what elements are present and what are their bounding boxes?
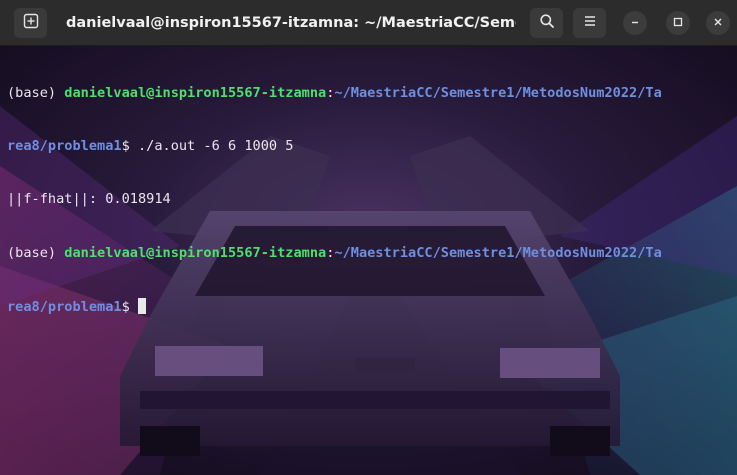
- terminal-line: (base) danielvaal@inspiron15567-itzamna:…: [7, 85, 731, 103]
- search-button[interactable]: [530, 8, 563, 38]
- terminal-line: rea8/problema1$: [7, 298, 731, 316]
- terminal-window: danielvaal@inspiron15567-itzamna: ~/Maes…: [0, 0, 737, 475]
- terminal-area[interactable]: (base) danielvaal@inspiron15567-itzamna:…: [0, 46, 737, 475]
- command-text: ./a.out -6 6 1000 5: [137, 137, 294, 154]
- new-tab-icon: [23, 13, 39, 34]
- maximize-button[interactable]: [666, 11, 690, 35]
- prompt-symbol: $: [121, 299, 138, 316]
- prompt-symbol: $: [121, 137, 138, 154]
- window-title: danielvaal@inspiron15567-itzamna: ~/Maes…: [66, 15, 516, 31]
- conda-env: (base): [7, 84, 65, 101]
- maximize-icon: [673, 14, 683, 32]
- text-cursor: [137, 298, 146, 315]
- title-bar[interactable]: danielvaal@inspiron15567-itzamna: ~/Maes…: [0, 0, 737, 46]
- current-path: ~/MaestriaCC/Semestre1/MetodosNum2022/Ta: [334, 244, 662, 261]
- close-icon: [713, 14, 723, 32]
- terminal-line: rea8/problema1$ ./a.out -6 6 1000 5: [7, 138, 731, 156]
- minimize-button[interactable]: [623, 11, 647, 35]
- user-host: danielvaal@inspiron15567-itzamna: [64, 84, 327, 101]
- close-button[interactable]: [706, 11, 730, 35]
- command-output: ||f-fhat||: 0.018914: [7, 191, 171, 208]
- current-path: ~/MaestriaCC/Semestre1/MetodosNum2022/Ta: [334, 84, 662, 101]
- current-path-wrap: rea8/problema1: [7, 137, 122, 154]
- current-path-wrap: rea8/problema1: [7, 299, 122, 316]
- menu-button[interactable]: [573, 8, 606, 38]
- user-host: danielvaal@inspiron15567-itzamna: [64, 244, 327, 261]
- conda-env: (base): [7, 244, 65, 261]
- new-tab-button[interactable]: [14, 8, 47, 38]
- terminal-output[interactable]: (base) danielvaal@inspiron15567-itzamna:…: [7, 49, 731, 352]
- search-icon: [539, 13, 555, 34]
- minimize-icon: [630, 14, 640, 32]
- hamburger-menu-icon: [583, 14, 597, 33]
- terminal-line: (base) danielvaal@inspiron15567-itzamna:…: [7, 245, 731, 263]
- terminal-line: ||f-fhat||: 0.018914: [7, 191, 731, 209]
